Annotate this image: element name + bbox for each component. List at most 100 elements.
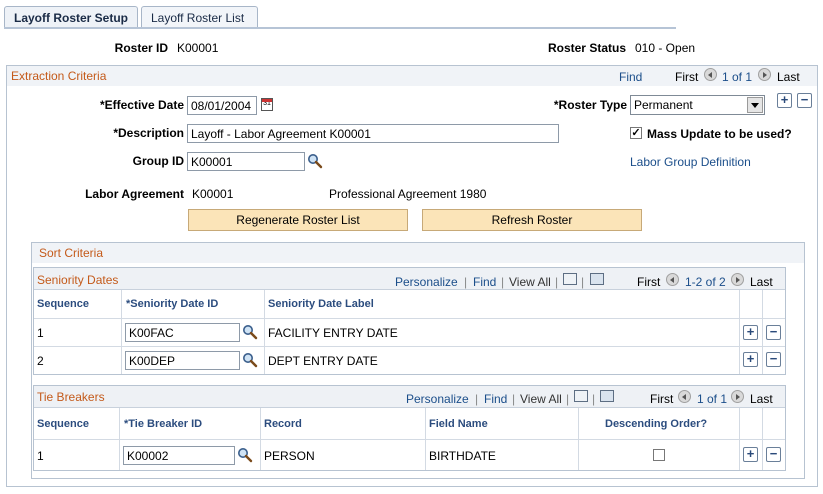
column-divider xyxy=(762,290,763,374)
regenerate-roster-list-button[interactable]: Regenerate Roster List xyxy=(188,209,408,231)
effective-date-field[interactable] xyxy=(187,96,257,115)
seniority-find-link[interactable]: Find xyxy=(473,275,496,289)
lookup-icon[interactable] xyxy=(307,153,323,169)
group-id-field[interactable] xyxy=(187,152,305,171)
descending-order-checkbox[interactable] xyxy=(653,449,665,461)
lookup-icon[interactable] xyxy=(242,324,258,340)
column-header-field-name: Field Name xyxy=(429,418,488,430)
column-header-sequence: Sequence xyxy=(37,418,89,430)
effective-date-label: *Effective Date xyxy=(99,98,184,112)
delete-row-button[interactable]: − xyxy=(797,93,812,108)
seniority-dates-title: Seniority Dates xyxy=(37,273,119,287)
last-label: Last xyxy=(777,70,800,84)
delete-row-button[interactable]: − xyxy=(766,325,781,340)
lookup-icon[interactable] xyxy=(237,447,253,463)
group-id-label: Group ID xyxy=(132,154,184,168)
roster-status-label: Roster Status xyxy=(547,41,626,55)
add-row-button[interactable]: + xyxy=(743,447,758,462)
download-grid-icon[interactable] xyxy=(590,273,604,285)
tie-breaker-row-1-id-field[interactable] xyxy=(123,446,235,465)
tie-breaker-row-1-field-name: BIRTHDATE xyxy=(429,449,496,463)
tie-breakers-last-label: Last xyxy=(750,392,773,406)
tie-breaker-row-1-sequence: 1 xyxy=(37,449,44,463)
tie-breakers-title: Tie Breakers xyxy=(37,390,105,404)
calendar-icon[interactable]: 31 xyxy=(261,98,273,111)
tie-breakers-row-count: 1 of 1 xyxy=(697,392,728,406)
column-divider xyxy=(264,290,265,374)
tie-breakers-personalize-link[interactable]: Personalize xyxy=(406,392,469,406)
mass-update-checkbox[interactable]: ✓ xyxy=(630,127,642,139)
labor-agreement-label: Labor Agreement xyxy=(85,187,184,201)
labor-agreement-value: K00001 xyxy=(192,187,234,201)
column-divider xyxy=(739,290,740,374)
separator: | xyxy=(501,275,505,289)
refresh-roster-button[interactable]: Refresh Roster xyxy=(422,209,642,231)
column-header-sequence: Sequence xyxy=(37,298,89,310)
first-label: First xyxy=(675,70,699,84)
tie-breakers-find-link[interactable]: Find xyxy=(484,392,507,406)
seniority-personalize-link[interactable]: Personalize xyxy=(395,275,458,289)
roster-type-value: Permanent xyxy=(634,98,693,112)
download-grid-icon[interactable] xyxy=(600,390,614,402)
row-divider xyxy=(34,318,785,319)
separator: | xyxy=(566,392,570,406)
next-arrow-icon[interactable] xyxy=(758,68,771,81)
separator: | xyxy=(512,392,516,406)
row-divider xyxy=(34,439,785,440)
column-header-record: Record xyxy=(264,418,302,430)
previous-arrow-icon[interactable] xyxy=(666,273,679,286)
column-header-descending-order: Descending Order? xyxy=(605,418,708,430)
separator: | xyxy=(555,275,559,289)
seniority-row-2-id-field[interactable] xyxy=(125,351,240,370)
seniority-row-2-label: DEPT ENTRY DATE xyxy=(268,354,378,368)
sort-criteria-header xyxy=(32,243,804,263)
separator: | xyxy=(592,392,596,406)
labor-agreement-description: Professional Agreement 1980 xyxy=(329,187,487,201)
roster-type-select[interactable]: Permanent xyxy=(630,95,765,115)
seniority-last-label: Last xyxy=(750,275,773,289)
description-label: *Description xyxy=(113,126,184,140)
seniority-row-count: 1-2 of 2 xyxy=(685,275,726,289)
chevron-down-icon xyxy=(747,97,763,113)
separator: | xyxy=(475,392,479,406)
seniority-row-1-sequence: 1 xyxy=(37,326,44,340)
column-header-tie-breaker-id: *Tie Breaker ID xyxy=(124,418,203,430)
zoom-grid-icon[interactable] xyxy=(563,273,577,285)
roster-id-value: K00001 xyxy=(177,41,219,55)
delete-row-button[interactable]: − xyxy=(766,352,781,367)
column-header-seniority-date-label: Seniority Date Label xyxy=(268,298,374,310)
tie-breaker-row-1-record: PERSON xyxy=(264,449,315,463)
delete-row-button[interactable]: − xyxy=(766,447,781,462)
column-divider xyxy=(121,290,122,374)
lookup-icon[interactable] xyxy=(242,352,258,368)
labor-group-definition-link[interactable]: Labor Group Definition xyxy=(630,155,751,169)
separator: | xyxy=(581,275,585,289)
zoom-grid-icon[interactable] xyxy=(574,390,588,402)
tie-breakers-view-all[interactable]: View All xyxy=(520,392,562,406)
tab-layoff-roster-setup[interactable]: Layoff Roster Setup xyxy=(4,6,138,28)
roster-id-label: Roster ID xyxy=(114,41,168,55)
add-row-button[interactable]: + xyxy=(777,93,792,108)
seniority-view-all[interactable]: View All xyxy=(509,275,551,289)
seniority-row-1-id-field[interactable] xyxy=(125,323,240,342)
find-link[interactable]: Find xyxy=(619,70,642,84)
add-row-button[interactable]: + xyxy=(743,325,758,340)
row-count: 1 of 1 xyxy=(722,70,753,84)
previous-arrow-icon[interactable] xyxy=(678,390,691,403)
tab-layoff-roster-list[interactable]: Layoff Roster List xyxy=(141,6,258,28)
seniority-row-1-label: FACILITY ENTRY DATE xyxy=(268,326,398,340)
previous-arrow-icon[interactable] xyxy=(704,68,717,81)
next-arrow-icon[interactable] xyxy=(731,273,744,286)
separator: | xyxy=(464,275,468,289)
seniority-row-2-sequence: 2 xyxy=(37,354,44,368)
tie-breakers-first-label: First xyxy=(650,392,674,406)
add-row-button[interactable]: + xyxy=(743,352,758,367)
mass-update-label: Mass Update to be used? xyxy=(647,127,792,141)
description-field[interactable] xyxy=(187,124,559,143)
roster-status-value: 010 - Open xyxy=(635,41,696,55)
next-arrow-icon[interactable] xyxy=(731,390,744,403)
column-header-seniority-date-id: *Seniority Date ID xyxy=(126,298,219,310)
roster-type-label: *Roster Type xyxy=(553,98,627,112)
tab-divider xyxy=(4,27,676,29)
row-divider xyxy=(34,346,785,347)
